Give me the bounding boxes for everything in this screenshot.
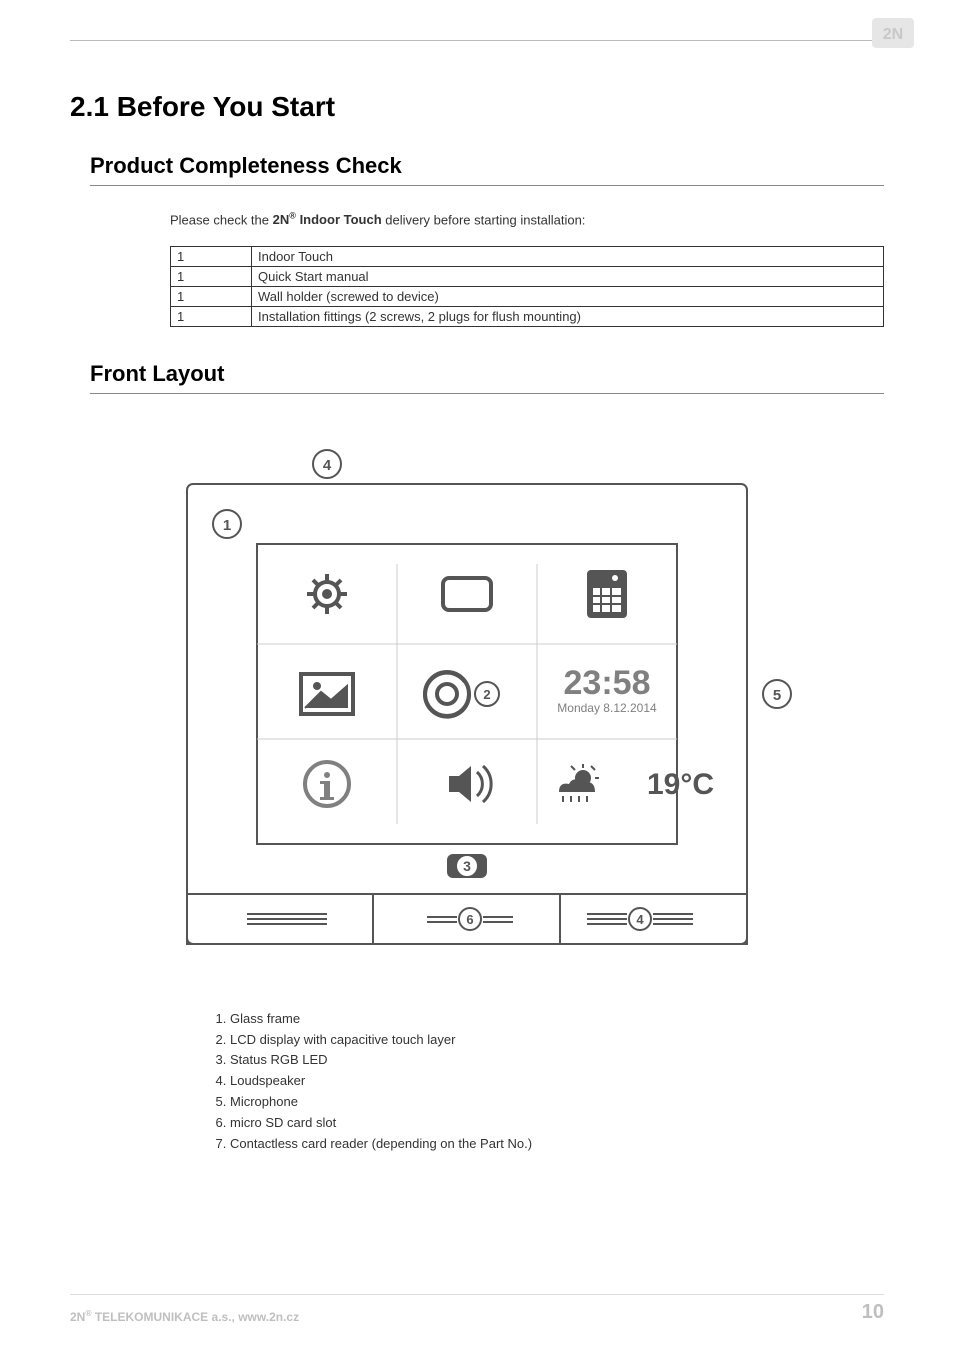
table-row: 1 Indoor Touch — [171, 246, 884, 266]
temperature-value: 19°C — [647, 768, 714, 801]
svg-text:2N: 2N — [883, 26, 903, 43]
table-row: 1 Installation fittings (2 screws, 2 plu… — [171, 306, 884, 326]
speaker-grille-left — [247, 914, 327, 924]
speaker-grille-right — [587, 914, 627, 924]
section-divider — [90, 393, 884, 394]
picture-icon — [301, 674, 353, 714]
page-title: 2.1 Before You Start — [70, 91, 884, 123]
section-heading-front-layout: Front Layout — [90, 361, 884, 387]
legend-item: micro SD card slot — [230, 1113, 884, 1134]
table-row: 1 Wall holder (screwed to device) — [171, 286, 884, 306]
front-layout-diagram: 23:58 Monday 8.12.2014 — [157, 424, 797, 959]
legend-item: Contactless card reader (depending on th… — [230, 1134, 884, 1155]
qty-cell: 1 — [171, 306, 252, 326]
section-heading-completeness: Product Completeness Check — [90, 153, 884, 179]
at-sign-icon — [425, 672, 469, 717]
legend-item: LCD display with capacitive touch layer — [230, 1030, 884, 1051]
callout-5: 5 — [773, 687, 781, 704]
section-divider — [90, 185, 884, 186]
footer-text: 2N® TELEKOMUNIKACE a.s., www.2n.cz — [70, 1308, 299, 1324]
callout-3: 3 — [463, 858, 471, 874]
item-cell: Installation fittings (2 screws, 2 plugs… — [252, 306, 884, 326]
callout-speaker-4: 4 — [636, 912, 644, 927]
table-row: 1 Quick Start manual — [171, 266, 884, 286]
item-cell: Wall holder (screwed to device) — [252, 286, 884, 306]
callout-6: 6 — [466, 912, 473, 927]
clock-time: 23:58 — [564, 664, 651, 702]
top-divider — [70, 40, 884, 41]
intro-text: Please check the 2N® Indoor Touch delive… — [170, 210, 884, 230]
item-cell: Indoor Touch — [252, 246, 884, 266]
page: 2N 2.1 Before You Start Product Complete… — [0, 0, 954, 1350]
callout-1: 1 — [223, 517, 231, 534]
qty-cell: 1 — [171, 286, 252, 306]
callout-2: 2 — [483, 687, 490, 702]
settings-icon — [307, 574, 347, 614]
page-number: 10 — [862, 1301, 884, 1324]
item-cell: Quick Start manual — [252, 266, 884, 286]
qty-cell: 1 — [171, 246, 252, 266]
intercom-icon — [587, 570, 627, 618]
completeness-table: 1 Indoor Touch 1 Quick Start manual 1 Wa… — [170, 246, 884, 327]
legend-item: Loudspeaker — [230, 1071, 884, 1092]
weather-icon — [559, 764, 599, 802]
legend-list: Glass frame LCD display with capacitive … — [210, 1009, 884, 1155]
brand-logo-icon: 2N — [872, 18, 914, 48]
clock-date: Monday 8.12.2014 — [557, 701, 657, 715]
legend-item: Status RGB LED — [230, 1050, 884, 1071]
info-icon — [305, 762, 349, 806]
speaker-icon — [449, 766, 491, 802]
legend-item: Glass frame — [230, 1009, 884, 1030]
legend-item: Microphone — [230, 1092, 884, 1113]
callout-4-top: 4 — [323, 457, 332, 474]
page-footer: 2N® TELEKOMUNIKACE a.s., www.2n.cz 10 — [70, 1294, 884, 1324]
qty-cell: 1 — [171, 266, 252, 286]
sd-slot — [427, 917, 457, 922]
tablet-icon — [443, 578, 491, 610]
